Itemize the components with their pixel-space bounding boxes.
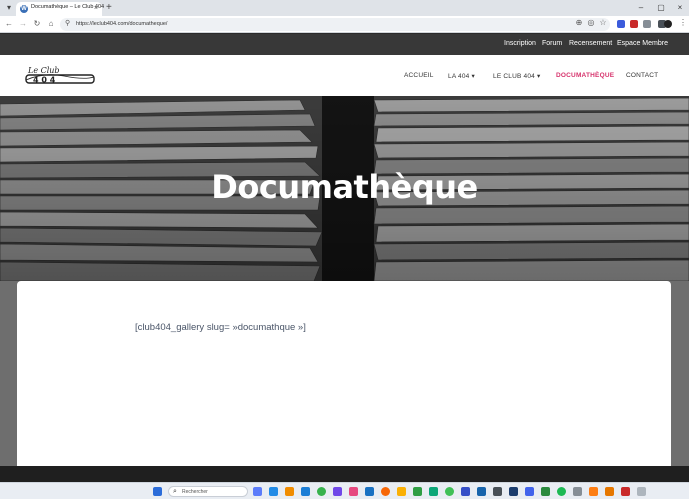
- app-icon-1[interactable]: [333, 487, 342, 496]
- browser-menu-icon[interactable]: ⋮: [678, 18, 688, 28]
- translate-icon[interactable]: ⊕: [574, 18, 584, 28]
- app-icon-7[interactable]: [477, 487, 486, 496]
- nav-contact[interactable]: CONTACT: [626, 72, 658, 79]
- back-arrow-icon[interactable]: ←: [4, 19, 14, 29]
- home-icon[interactable]: ⌂: [46, 19, 56, 29]
- svg-text:4 0 4: 4 0 4: [33, 76, 56, 85]
- os-taskbar: ⌕ Rechercher: [0, 482, 689, 499]
- wordpress-favicon-icon: W: [20, 5, 28, 13]
- extensions-puzzle-icon[interactable]: [643, 20, 651, 28]
- visibility-icon[interactable]: ◎: [586, 18, 596, 28]
- new-tab-button[interactable]: +: [106, 2, 112, 14]
- app-icon-11[interactable]: [573, 487, 582, 496]
- link-recensement[interactable]: Recensement: [569, 40, 612, 47]
- site-header: Le Club 4 0 4 ACCUEIL LA 404 ▾ LE CLUB 4…: [0, 55, 689, 96]
- search-icon: ⌕: [173, 488, 177, 495]
- browser-tab[interactable]: W Documathèque – Le Club 404 ×: [16, 2, 104, 16]
- site-info-icon[interactable]: ⚲: [65, 20, 73, 28]
- link-espace-membre[interactable]: Espace Membre: [617, 40, 668, 47]
- maximize-button[interactable]: ▢: [655, 2, 667, 14]
- app-icon-2[interactable]: [349, 487, 358, 496]
- file-explorer-icon[interactable]: [285, 487, 294, 496]
- app-icon-10[interactable]: [541, 487, 550, 496]
- reload-icon[interactable]: ↻: [32, 19, 42, 29]
- site-top-bar: Inscription Forum Recensement Espace Mem…: [0, 34, 689, 55]
- tab-close-icon[interactable]: ×: [94, 4, 98, 14]
- bookmark-star-icon[interactable]: ☆: [598, 18, 608, 28]
- app-icon-13[interactable]: [605, 487, 614, 496]
- spotify-icon[interactable]: [557, 487, 566, 496]
- nav-accueil[interactable]: ACCUEIL: [404, 72, 434, 79]
- task-view-icon[interactable]: [269, 487, 278, 496]
- club-404-logo[interactable]: Le Club 4 0 4: [24, 64, 96, 86]
- widgets-icon[interactable]: [253, 487, 262, 496]
- app-icon-6[interactable]: [461, 487, 470, 496]
- main-content-card: [club404_gallery slug= »documathque »]: [17, 281, 671, 466]
- photoshop-icon[interactable]: [509, 487, 518, 496]
- extension-icon[interactable]: [617, 20, 625, 28]
- forward-arrow-icon[interactable]: →: [18, 19, 28, 29]
- excel-icon[interactable]: [413, 487, 422, 496]
- nav-la-404[interactable]: LA 404 ▾: [448, 72, 475, 80]
- chrome-icon[interactable]: [317, 487, 326, 496]
- acrobat-icon[interactable]: [621, 487, 630, 496]
- browser-tab-bar: ▾ W Documathèque – Le Club 404 × + – ▢ ×: [0, 0, 689, 16]
- url-text: https://leclub404.com/documatheque/: [76, 20, 168, 27]
- app-icon-5[interactable]: [429, 487, 438, 496]
- browser-toolbar: ← → ↻ ⌂ ⚲ https://leclub404.com/documath…: [0, 16, 689, 33]
- close-window-button[interactable]: ×: [674, 2, 686, 14]
- start-menu-icon[interactable]: [153, 487, 162, 496]
- minimize-button[interactable]: –: [635, 2, 647, 14]
- hero-banner: Documathèque: [0, 96, 689, 281]
- tab-search-icon[interactable]: ▾: [4, 3, 14, 13]
- app-icon-12[interactable]: [589, 487, 598, 496]
- edge-icon[interactable]: [301, 487, 310, 496]
- pdf-extension-icon[interactable]: [630, 20, 638, 28]
- nav-le-club-404[interactable]: LE CLUB 404 ▾: [493, 72, 540, 80]
- app-icon-9[interactable]: [525, 487, 534, 496]
- search-placeholder: Rechercher: [182, 489, 208, 495]
- link-inscription[interactable]: Inscription: [504, 40, 536, 47]
- page-title: Documathèque: [211, 168, 478, 206]
- address-bar[interactable]: ⚲ https://leclub404.com/documatheque/: [60, 18, 610, 31]
- profile-avatar[interactable]: [664, 20, 672, 28]
- svg-text:Le Club: Le Club: [27, 66, 60, 75]
- link-forum[interactable]: Forum: [542, 40, 562, 47]
- app-icon-14[interactable]: [637, 487, 646, 496]
- gallery-shortcode-text: [club404_gallery slug= »documathque »]: [135, 322, 306, 333]
- site-footer: [0, 466, 689, 482]
- nav-documatheque[interactable]: DOCUMATHÈQUE: [556, 72, 614, 79]
- whatsapp-icon[interactable]: [445, 487, 454, 496]
- taskbar-search-box[interactable]: ⌕ Rechercher: [168, 486, 248, 497]
- app-icon-3[interactable]: [365, 487, 374, 496]
- app-icon-4[interactable]: [397, 487, 406, 496]
- firefox-icon[interactable]: [381, 487, 390, 496]
- app-icon-8[interactable]: [493, 487, 502, 496]
